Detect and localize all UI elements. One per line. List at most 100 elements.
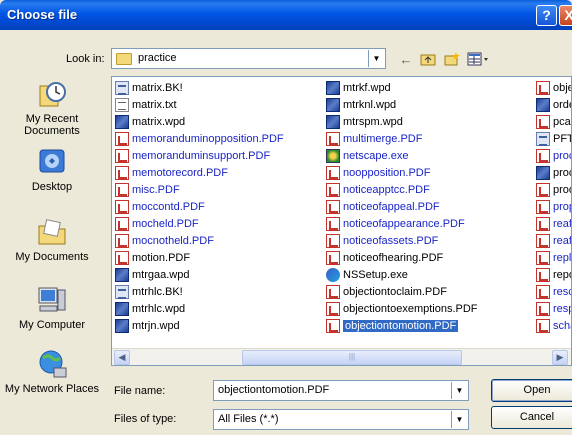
file-name-input[interactable]: objectiontomotion.PDF ▼ [213,380,469,401]
file-item[interactable]: multimerge.PDF [326,130,478,147]
chevron-down-icon[interactable]: ▼ [368,50,384,67]
file-item[interactable]: mtrkf.wpd [326,79,478,96]
horizontal-scrollbar[interactable]: ◀ ||| ▶ [112,348,571,365]
file-item[interactable]: mocheld.PDF [115,215,284,232]
pdf-file-icon [115,233,129,248]
file-name: mtrjn.wpd [132,319,180,332]
file-list[interactable]: matrix.BK! matrix.txt matrix.wpd memorandum… [111,76,572,366]
file-item[interactable]: matrix.BK! [115,79,284,96]
wordperfect-file-icon [326,114,340,129]
back-arrow-icon[interactable]: ← [396,50,416,68]
file-item[interactable]: objectiontomotion.PDF [326,317,478,334]
pdf-file-icon [326,216,340,231]
file-item[interactable]: proc [536,147,571,164]
file-type-value: All Files (*.*) [218,413,279,425]
file-item[interactable]: objectiontoexemptions.PDF [326,300,478,317]
file-item[interactable]: netscape.exe [326,147,478,164]
file-item[interactable]: reply [536,249,571,266]
file-item[interactable]: mtrjn.wpd [115,317,284,334]
file-item[interactable]: obje [536,79,572,96]
file-name: noticeofassets.PDF [343,234,439,247]
scroll-thumb[interactable]: ||| [242,350,462,365]
backup-file-icon [115,80,129,95]
file-item[interactable]: mtrspm.wpd [326,113,478,130]
file-item[interactable]: prop [536,198,571,215]
up-folder-icon[interactable] [418,50,438,68]
place-desktop[interactable]: Desktop [2,146,102,193]
pdf-file-icon [536,114,550,129]
file-item[interactable]: noticeofassets.PDF [326,232,478,249]
file-item[interactable]: memoranduminsupport.PDF [115,147,284,164]
place-my-computer[interactable]: My Computer [2,284,102,331]
pdf-file-icon [115,165,129,180]
file-item[interactable]: proo [536,181,571,198]
file-item[interactable]: noticeofappeal.PDF [326,198,478,215]
file-name: prop [553,200,571,213]
file-name: obje [553,81,572,94]
pdf-file-icon [536,182,550,197]
file-item[interactable]: noticeapptcc.PDF [326,181,478,198]
place-network[interactable]: My Network Places [2,348,102,395]
pdf-file-icon [115,182,129,197]
file-name: PFTE [553,132,571,145]
place-label: Desktop [31,181,73,193]
pdf-file-icon [115,216,129,231]
chevron-down-icon[interactable]: ▼ [451,382,467,399]
file-item[interactable]: PFTE [536,130,571,147]
pdf-file-icon [326,301,340,316]
wordperfect-file-icon [115,267,129,282]
file-item[interactable]: orde [536,96,571,113]
open-button[interactable]: Open [491,379,572,402]
file-item[interactable]: mtrhlc.BK! [115,283,284,300]
file-name: mtrhlc.wpd [132,302,186,315]
file-name: matrix.BK! [132,81,183,94]
file-name: NSSetup.exe [343,268,408,281]
file-item[interactable]: matrix.txt [115,96,284,113]
file-item[interactable]: noticeofappearance.PDF [326,215,478,232]
file-item[interactable]: resp [536,300,571,317]
new-folder-icon[interactable] [442,50,462,68]
file-item[interactable]: misc.PDF [115,181,284,198]
file-type-select[interactable]: All Files (*.*) ▼ [213,409,469,430]
place-label: My Network Places [4,383,100,395]
scroll-right-icon[interactable]: ▶ [552,350,568,365]
file-item[interactable]: pcat [536,113,571,130]
file-item[interactable]: mocnotheld.PDF [115,232,284,249]
file-item[interactable]: noopposition.PDF [326,164,478,181]
file-item[interactable]: memotorecord.PDF [115,164,284,181]
scroll-left-icon[interactable]: ◀ [114,350,130,365]
file-item[interactable]: reafi [536,232,571,249]
help-button[interactable]: ? [536,5,557,26]
view-menu-icon[interactable] [465,50,491,68]
file-item[interactable]: moccontd.PDF [115,198,284,215]
file-item[interactable]: motion.PDF [115,249,284,266]
file-item[interactable]: proc [536,164,571,181]
chevron-down-icon[interactable]: ▼ [451,411,467,428]
file-name: memoranduminopposition.PDF [132,132,284,145]
title-bar[interactable]: Choose file ? X [0,0,572,30]
file-name: netscape.exe [343,149,409,162]
file-name: noopposition.PDF [343,166,431,179]
file-item[interactable]: mtrknl.wpd [326,96,478,113]
file-item[interactable]: noticeofhearing.PDF [326,249,478,266]
file-item[interactable]: repo [536,266,571,283]
place-my-documents[interactable]: My Documents [2,216,102,263]
file-name: mtrspm.wpd [343,115,403,128]
file-item[interactable]: reafi [536,215,571,232]
file-item[interactable]: scha [536,317,571,334]
file-item[interactable]: matrix.wpd [115,113,284,130]
place-recent-documents[interactable]: My Recent Documents [2,78,102,137]
file-name: mtrgaa.wpd [132,268,190,281]
file-item[interactable]: NSSetup.exe [326,266,478,283]
cancel-button[interactable]: Cancel [491,406,572,429]
file-item[interactable]: resch [536,283,571,300]
file-name-value: objectiontomotion.PDF [218,384,330,396]
file-item[interactable]: mtrhlc.wpd [115,300,284,317]
file-item[interactable]: mtrgaa.wpd [115,266,284,283]
file-item[interactable]: memoranduminopposition.PDF [115,130,284,147]
look-in-dropdown[interactable]: practice ▼ [111,48,386,69]
file-item[interactable]: objectiontoclaim.PDF [326,283,478,300]
close-button[interactable]: X [559,5,572,26]
wordperfect-file-icon [115,318,129,333]
wordperfect-file-icon [536,97,550,112]
